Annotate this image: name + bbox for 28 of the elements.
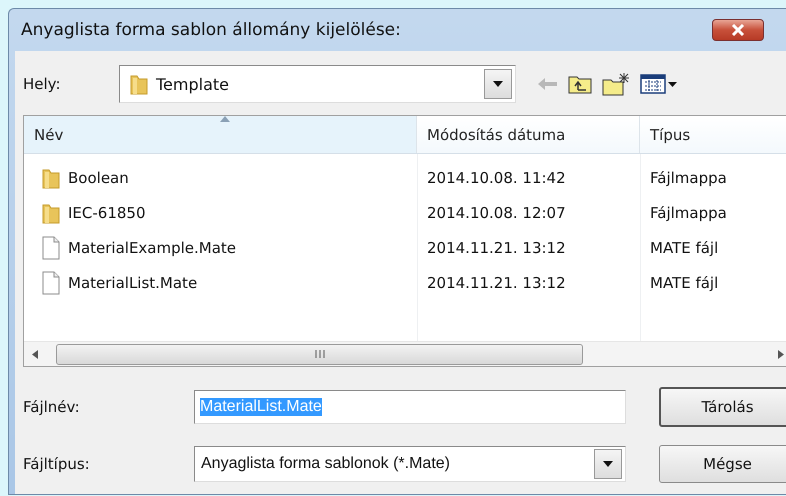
- cancel-button[interactable]: Mégse: [659, 445, 786, 483]
- date-cell-text: 2014.10.08. 12:07: [426, 202, 567, 224]
- type-cell-text: MATE fájl: [649, 272, 720, 294]
- file-name-cell[interactable]: Boolean: [24, 160, 417, 195]
- column-header[interactable]: Típus: [640, 116, 786, 153]
- file-name-label: Fájlnév:: [23, 398, 81, 416]
- column-header[interactable]: Név: [24, 116, 417, 153]
- file-type-dropdown[interactable]: Anyaglista forma sablonok (*.Mate): [194, 446, 626, 482]
- location-label: Hely:: [23, 75, 62, 93]
- file-type-label: Fájltípus:: [23, 455, 91, 473]
- location-dropdown[interactable]: Template: [119, 65, 516, 103]
- file-name-cell[interactable]: MaterialList.Mate: [24, 265, 417, 300]
- file-name: Boolean: [68, 168, 129, 186]
- date-cell-text: 2014.11.21. 13:12: [426, 238, 567, 258]
- file-name: MaterialExample.Mate: [68, 238, 236, 256]
- file-name: IEC-61850: [68, 204, 146, 222]
- column-header[interactable]: Módosítás dátuma: [417, 116, 640, 153]
- file-name: MaterialList.Mate: [68, 274, 198, 292]
- file-name-cell[interactable]: IEC-61850: [24, 195, 417, 230]
- file-name-cell[interactable]: MaterialExample.Mate: [24, 230, 417, 265]
- type-cell-text: Fájlmappa: [649, 168, 728, 188]
- type-cell-text: MATE fájl: [649, 238, 720, 258]
- date-cell-text: 2014.10.08. 11:42: [426, 168, 567, 188]
- file-name-value: MaterialList.Mate: [200, 398, 322, 416]
- date-cell-text: 2014.11.21. 13:12: [426, 272, 567, 294]
- save-button[interactable]: Tárolás: [659, 387, 786, 427]
- window-title: Anyaglista forma sablon állomány kijelölése:: [21, 20, 401, 40]
- type-cell-text: Fájlmappa: [649, 202, 728, 224]
